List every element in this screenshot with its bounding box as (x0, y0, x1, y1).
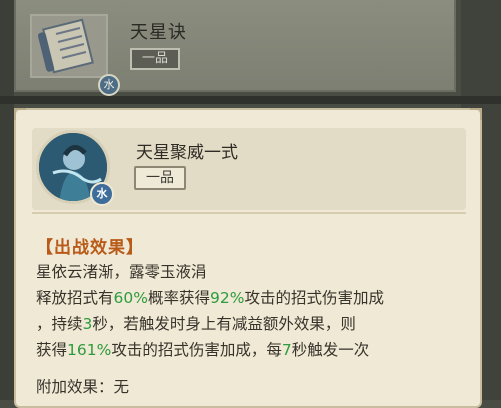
effect-line: 获得161%攻击的招式伤害加成，每7秒触发一次 (36, 338, 369, 360)
effect-text: 攻击的招式伤害加成，每 (111, 341, 282, 359)
effect-value: 92% (209, 289, 245, 307)
scroll-icon-frame: 水 (30, 14, 120, 96)
effect-text: 秒触发一次 (291, 341, 370, 359)
background-divider (0, 96, 501, 104)
skill-title: 天星聚威一式 (136, 143, 238, 163)
effect-text: 获得 (36, 341, 68, 359)
scroll-icon (38, 18, 94, 74)
effect-line: ，持续3秒，若触发时身上有减益额外效果，则 (36, 312, 356, 334)
section-title: 【出战效果】 (36, 238, 144, 258)
effect-value: 161% (67, 341, 112, 359)
skill-detail-panel: 水 天星聚威一式 一品 【出战效果】 星依云渚渐，露零玉液涓 释放招式有60%概… (14, 108, 482, 408)
effect-line: 释放招式有60%概率获得92%攻击的招式伤害加成 (36, 286, 384, 308)
panel-corner-ornament (470, 108, 482, 120)
effect-value: 3 (82, 315, 93, 333)
effect-text: 秒，若触发时身上有减益额外效果，则 (92, 315, 356, 333)
background-skill-rank: 一品 (130, 48, 180, 70)
effect-value: 7 (281, 341, 292, 359)
effect-flavor-line: 星依云渚渐，露零玉液涓 (36, 263, 207, 281)
effect-text: 攻击的招式伤害加成 (244, 289, 384, 307)
background-edge-left (0, 0, 14, 400)
background-skill-card[interactable]: 水 天星诀 一品 (14, 0, 456, 96)
skill-rank: 一品 (134, 166, 186, 190)
effect-text: 释放招式有 (36, 289, 114, 307)
background-skill-title: 天星诀 (130, 22, 187, 43)
effect-text: 概率获得 (147, 289, 210, 307)
effect-text: ，持续 (36, 315, 83, 333)
panel-corner-ornament (14, 108, 26, 120)
water-element-badge: 水 (90, 182, 114, 206)
divider (32, 212, 466, 214)
extra-effect: 附加效果：无 (36, 378, 130, 396)
water-element-badge: 水 (98, 74, 120, 96)
effect-value: 60% (113, 289, 148, 307)
